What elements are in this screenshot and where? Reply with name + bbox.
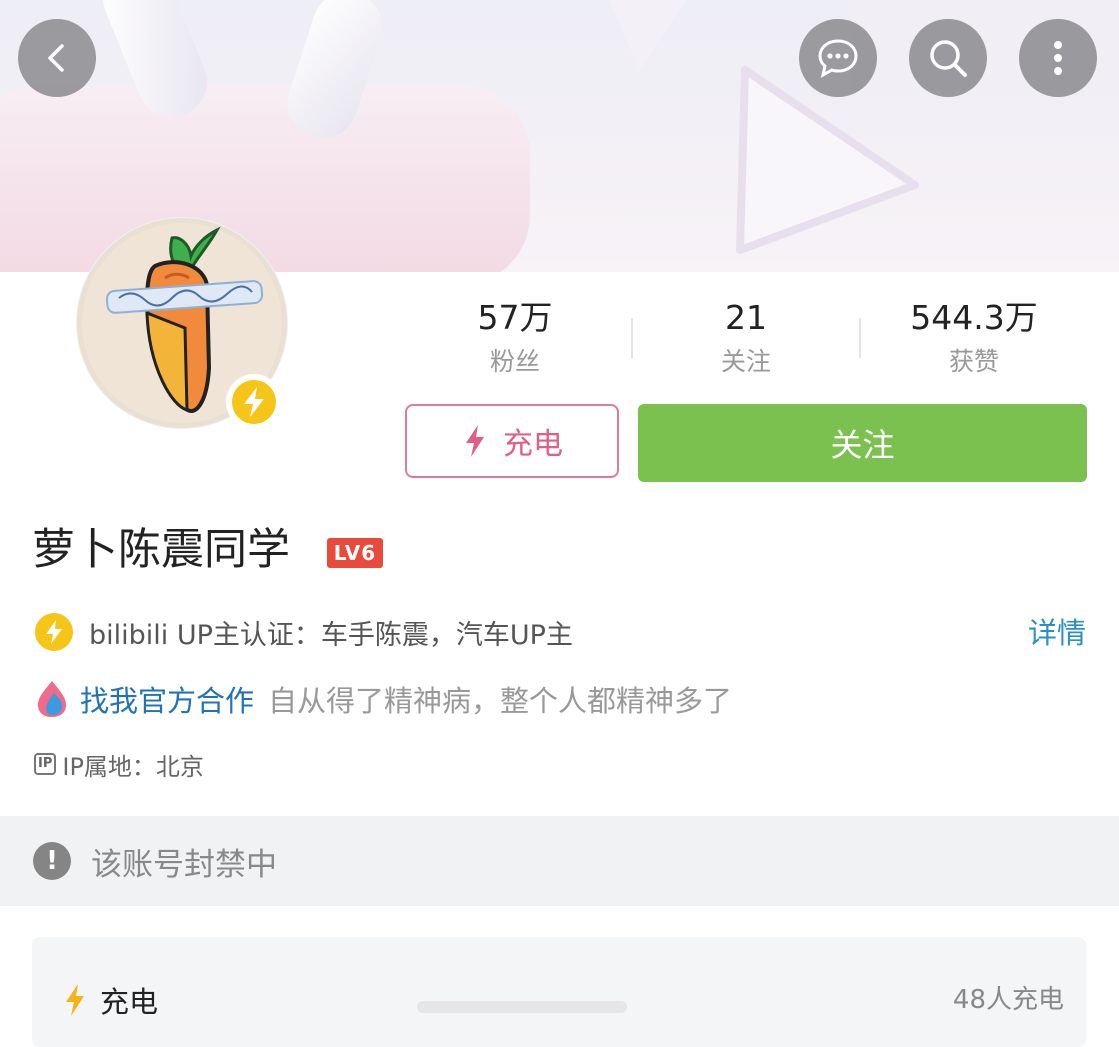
more-button[interactable] xyxy=(1019,19,1097,97)
ip-location-text: IP属地：北京 xyxy=(62,752,204,781)
verified-badge xyxy=(226,374,282,430)
cooperation-link[interactable]: 找我官方合作 xyxy=(80,678,254,720)
stat-likes[interactable]: 544.3万 获赞 xyxy=(864,296,1084,382)
follow-button[interactable]: 关注 xyxy=(638,404,1087,482)
lightning-verify-icon xyxy=(35,613,73,651)
ip-location-row: IP IP属地：北京 xyxy=(34,744,204,784)
stat-divider xyxy=(631,318,633,358)
charge-card-title-row: 充电 xyxy=(62,979,158,1021)
cooperation-flame-icon xyxy=(38,681,66,717)
follow-button-label: 关注 xyxy=(830,426,895,464)
stat-fans-value: 57万 xyxy=(477,298,553,337)
stat-following[interactable]: 21 关注 xyxy=(636,296,856,382)
lightning-icon xyxy=(466,425,484,457)
message-bubble-icon xyxy=(818,39,858,78)
scroll-indicator xyxy=(417,1001,627,1013)
stat-fans-label: 粉丝 xyxy=(489,347,540,376)
charge-button-label: 充电 xyxy=(503,427,563,462)
stat-following-value: 21 xyxy=(725,298,767,337)
lightning-icon xyxy=(66,984,84,1016)
lightning-badge-icon xyxy=(232,380,276,424)
stat-likes-value: 544.3万 xyxy=(910,298,1038,337)
back-button[interactable] xyxy=(18,19,96,97)
search-icon xyxy=(930,40,967,77)
banned-notice-text: 该账号封禁中 xyxy=(91,846,277,883)
ip-icon: IP xyxy=(34,753,57,775)
stat-following-label: 关注 xyxy=(720,347,771,376)
signature-text: 自从得了精神病，整个人都精神多了 xyxy=(268,684,733,718)
banned-notice: ! 该账号封禁中 xyxy=(0,816,1119,906)
stat-divider xyxy=(859,318,861,358)
stat-fans[interactable]: 57万 粉丝 xyxy=(405,296,625,382)
verification-row: bilibili UP主认证：车手陈震，汽车UP主 xyxy=(35,608,573,656)
more-vertical-icon xyxy=(1054,41,1062,75)
back-chevron-icon xyxy=(48,44,64,72)
charge-count: 48人充电 xyxy=(952,985,1064,1015)
username: 萝卜陈震同学 xyxy=(32,525,290,575)
charge-button[interactable]: 充电 xyxy=(405,404,619,478)
verification-text: bilibili UP主认证：车手陈震，汽车UP主 xyxy=(89,619,573,651)
stat-likes-label: 获赞 xyxy=(948,347,999,376)
detail-link[interactable]: 详情 xyxy=(1028,610,1086,652)
charge-card-title: 充电 xyxy=(100,985,159,1019)
search-button[interactable] xyxy=(909,19,987,97)
warning-icon: ! xyxy=(33,842,71,880)
level-badge: LV6 xyxy=(327,538,383,568)
message-button[interactable] xyxy=(799,19,877,97)
cooperation-row: 找我官方合作 自从得了精神病，整个人都精神多了 xyxy=(34,674,732,724)
